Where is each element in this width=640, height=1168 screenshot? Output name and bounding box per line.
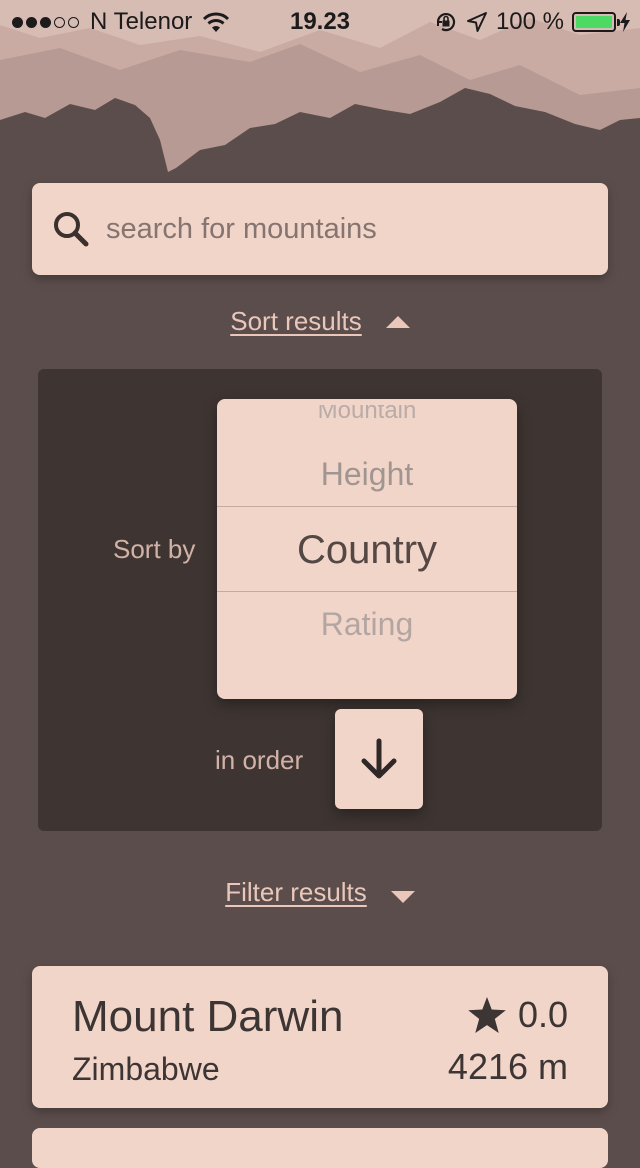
rotation-lock-icon	[436, 13, 456, 32]
picker-option-country-selected[interactable]: Country	[217, 528, 517, 573]
picker-option-mountain[interactable]: Mountain	[217, 405, 517, 431]
mountain-name: Mount Darwin	[72, 992, 344, 1041]
in-order-label: in order	[215, 745, 304, 775]
rating-value: 0.0	[517, 994, 568, 1035]
mountain-rating: 0.0	[468, 994, 568, 1036]
search-icon	[54, 212, 89, 247]
arrow-down-icon	[361, 738, 397, 779]
picker-option-height[interactable]: Height	[217, 456, 517, 493]
mountain-height: 4216 m	[447, 1046, 568, 1087]
battery-icon	[572, 12, 620, 32]
search-bar[interactable]	[32, 183, 608, 275]
filter-results-label[interactable]: Filter results	[225, 877, 367, 908]
sort-field-picker[interactable]: Mountain Height Country Rating	[217, 399, 517, 699]
status-bar: N Telenor 19.23 100 %	[0, 0, 640, 42]
result-card-partial[interactable]	[32, 1128, 608, 1168]
sort-options-panel: Sort by Mountain Height Country Rating i…	[38, 369, 602, 831]
chevron-up-icon[interactable]	[385, 315, 410, 328]
battery-percentage: 100 %	[495, 8, 564, 35]
mountain-country: Zimbabwe	[72, 1051, 220, 1087]
search-input[interactable]	[106, 212, 566, 246]
sort-by-label: Sort by	[113, 534, 196, 564]
sort-results-label[interactable]: Sort results	[230, 306, 362, 337]
location-arrow-icon	[466, 12, 487, 32]
picker-divider	[217, 506, 517, 507]
chevron-down-icon[interactable]	[390, 890, 415, 903]
sort-results-toggle[interactable]: Sort results	[0, 306, 640, 337]
charging-bolt-icon	[620, 12, 630, 32]
star-icon	[468, 997, 506, 1033]
sort-order-button[interactable]	[335, 709, 423, 809]
filter-results-toggle[interactable]: Filter results	[0, 877, 640, 908]
picker-option-rating[interactable]: Rating	[217, 606, 517, 643]
result-card[interactable]: Mount Darwin Zimbabwe 0.0 4216 m	[32, 966, 608, 1108]
picker-divider	[217, 591, 517, 592]
